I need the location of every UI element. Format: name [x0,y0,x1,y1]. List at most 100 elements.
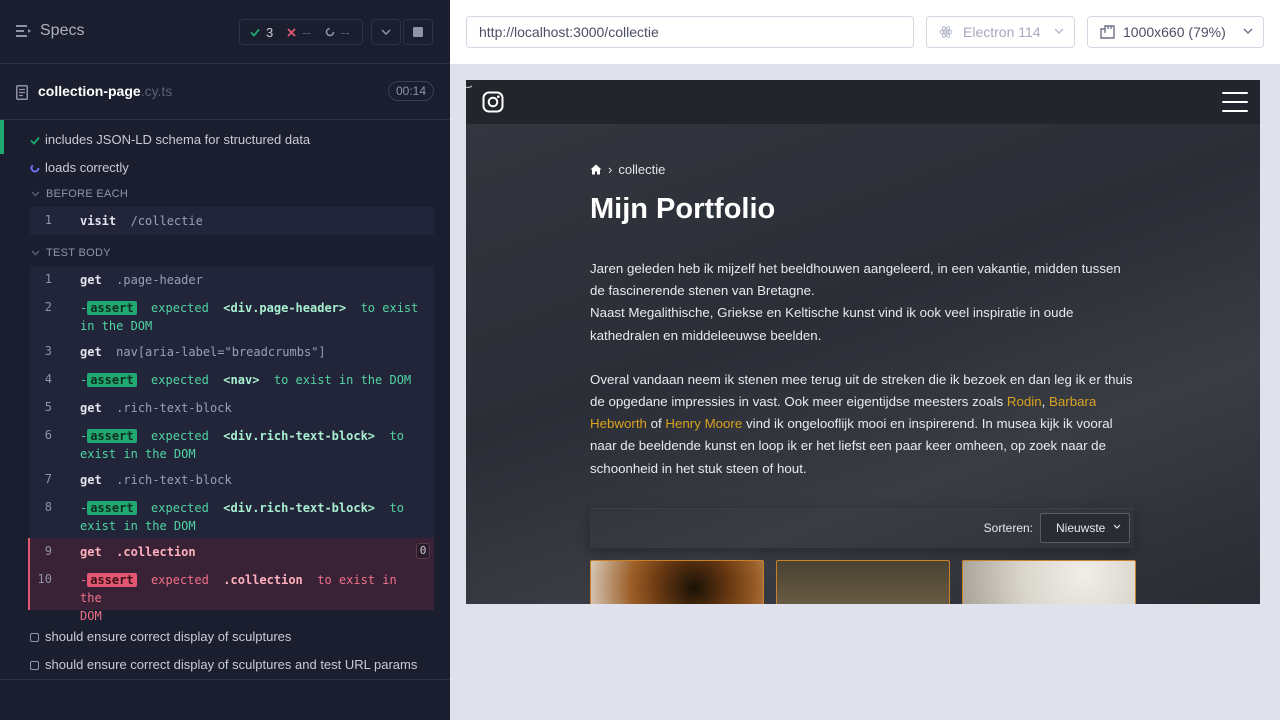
chevron-down-icon [1054,28,1064,34]
before-each-header[interactable]: BEFORE EACH [31,188,128,200]
link-henry-moore[interactable]: Henry Moore [665,416,742,431]
rich-text-block: Jaren geleden heb ik mijzelf het beeldho… [590,258,1135,502]
command-arg: .rich-text-block [116,401,232,415]
assert-text: in the DOM [80,319,153,333]
spec-file[interactable]: collection-page.cy.ts [16,83,172,101]
element-count-badge: 0 [416,543,430,559]
specs-label: Specs [40,22,85,39]
browser-select[interactable]: Electron 114 [926,16,1075,48]
run-stats: 3 -- -- [239,19,363,45]
link-rodin[interactable]: Rodin [1007,394,1042,409]
assert-text: DOM [80,609,102,623]
command-number: 10 [37,572,52,586]
command-row[interactable]: 2 - assert expected <div.page-header> to … [30,294,434,338]
chevron-down-icon [31,250,40,256]
specs-button[interactable]: Specs [16,22,84,40]
assert-tag: assert [87,301,137,315]
stop-button[interactable] [403,19,433,45]
assert-text: to [389,429,404,443]
aut-header: http://localhost:3000/collectie Electron… [450,0,1280,64]
divider [0,679,450,680]
sort-bar: Sorteren: Nieuwste [590,508,1134,548]
viewport-scale: (79%) [1188,24,1226,40]
pending-stat: -- [325,25,350,40]
command-number: 3 [44,344,52,358]
spinner-icon [325,27,335,37]
breadcrumb-current: collectie [618,162,666,177]
browser-label: Electron 114 [963,24,1041,40]
assert-text: expected [151,301,209,315]
test-title: includes JSON-LD schema for structured d… [45,132,311,147]
chevron-down-icon [31,191,40,197]
test-item-jsonld[interactable]: includes JSON-LD schema for structured d… [0,125,450,155]
chevron-down-icon [1243,28,1253,34]
command-row[interactable]: 5 get .rich-text-block [30,394,434,422]
spinner-icon [30,163,40,173]
app-under-test: › collectie Mijn Portfolio Jaren geleden… [466,80,1260,604]
reporter-topbar: Specs 3 -- -- [0,0,450,64]
command-number: 1 [44,272,52,286]
command-arg: .rich-text-block [116,473,232,487]
before-each-label: BEFORE EACH [46,188,129,200]
test-item-pending[interactable]: should ensure correct display of sculptu… [0,622,450,652]
reporter-panel: Specs 3 -- -- collection-page.cy.ts 00:1… [0,0,450,720]
spec-ext: .cy.ts [140,83,173,99]
command-name: get [80,473,102,487]
page-title: Mijn Portfolio [590,193,776,225]
assert-tag: assert [87,373,137,387]
command-row-failed[interactable]: 10 - assert expected .collection to exist… [30,566,434,623]
command-name: get [80,401,102,415]
passed-count: 3 [266,24,274,40]
test-body-header[interactable]: TEST BODY [31,247,111,259]
command-number: 6 [44,428,52,442]
viewport-select[interactable]: 1000x660 (79%) [1087,16,1264,48]
assert-subject: .collection [223,573,303,587]
sculpture-card[interactable] [776,560,950,604]
command-arg: .page-header [116,273,203,287]
collapse-button[interactable] [371,19,401,45]
test-item-pending[interactable]: should ensure correct display of sculptu… [0,650,450,680]
command-row[interactable]: 3 get nav[aria-label="breadcrumbs"] [30,338,434,366]
assert-subject: <div.page-header> [223,301,347,315]
test-item-loads[interactable]: loads correctly [0,153,450,183]
command-number: 1 [44,213,52,227]
pending-count: -- [340,24,350,40]
electron-icon [939,26,953,38]
sort-select[interactable]: Nieuwste [1040,513,1130,543]
instagram-icon[interactable] [482,91,504,113]
ruler-icon [1100,25,1115,39]
command-row[interactable]: 1 get .page-header [30,266,434,294]
url-field[interactable]: http://localhost:3000/collectie [466,16,914,48]
assert-text: expected [151,429,209,443]
assert-subject: <div.rich-text-block> [223,501,376,515]
paragraph: Overal vandaan neem ik stenen mee terug … [590,369,1135,480]
command-row-failed[interactable]: 9 get .collection 0 [30,538,434,566]
command-row[interactable]: 4 - assert expected <nav> to exist in the… [30,366,434,394]
sculpture-card[interactable] [962,560,1136,604]
command-arg: .collection [116,545,196,559]
command-row[interactable]: 1 visit /collectie [30,207,434,235]
pending-icon [30,661,39,670]
check-icon [30,136,40,145]
hamburger-menu-icon[interactable] [1222,92,1248,119]
command-row[interactable]: 7 get .rich-text-block [30,466,434,494]
assert-subject: <nav> [223,373,260,387]
assert-subject: <div.rich-text-block> [223,429,376,443]
x-icon [287,27,296,37]
document-icon [16,84,28,100]
pending-icon [30,633,39,642]
command-row[interactable]: 6 - assert expected <div.rich-text-block>… [30,422,434,466]
test-body-label: TEST BODY [46,247,111,259]
spec-duration: 00:14 [387,81,434,101]
passed-stat: 3 [250,25,273,40]
assert-text: expected [151,373,209,387]
command-arg: /collectie [130,214,203,228]
stop-icon [413,27,423,37]
spec-name: collection-page [38,83,141,99]
home-icon[interactable] [590,164,602,175]
command-name: visit [80,214,117,228]
sculpture-card[interactable] [590,560,764,604]
command-number: 4 [44,372,52,386]
command-name: get [80,273,102,287]
command-row[interactable]: 8 - assert expected <div.rich-text-block>… [30,494,434,538]
